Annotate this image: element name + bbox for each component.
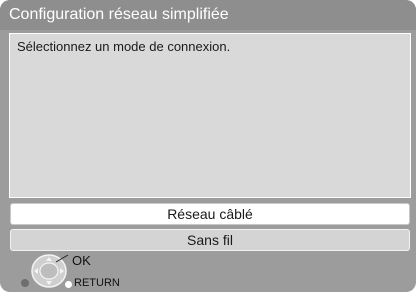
return-label: RETURN xyxy=(74,277,120,289)
instruction-text: Sélectionnez un mode de connexion. xyxy=(17,39,231,54)
return-button-icon xyxy=(65,281,72,288)
gray-button-icon xyxy=(21,279,29,287)
ok-label: OK xyxy=(72,253,91,268)
dpad-icon xyxy=(31,254,69,288)
page-title: Configuration réseau simplifiée xyxy=(0,0,416,30)
message-panel: Sélectionnez un mode de connexion. xyxy=(9,33,411,198)
network-setup-screen: Configuration réseau simplifiée Sélectio… xyxy=(0,0,416,292)
wired-network-option[interactable]: Réseau câblé xyxy=(10,203,410,225)
wireless-option[interactable]: Sans fil xyxy=(10,229,410,251)
